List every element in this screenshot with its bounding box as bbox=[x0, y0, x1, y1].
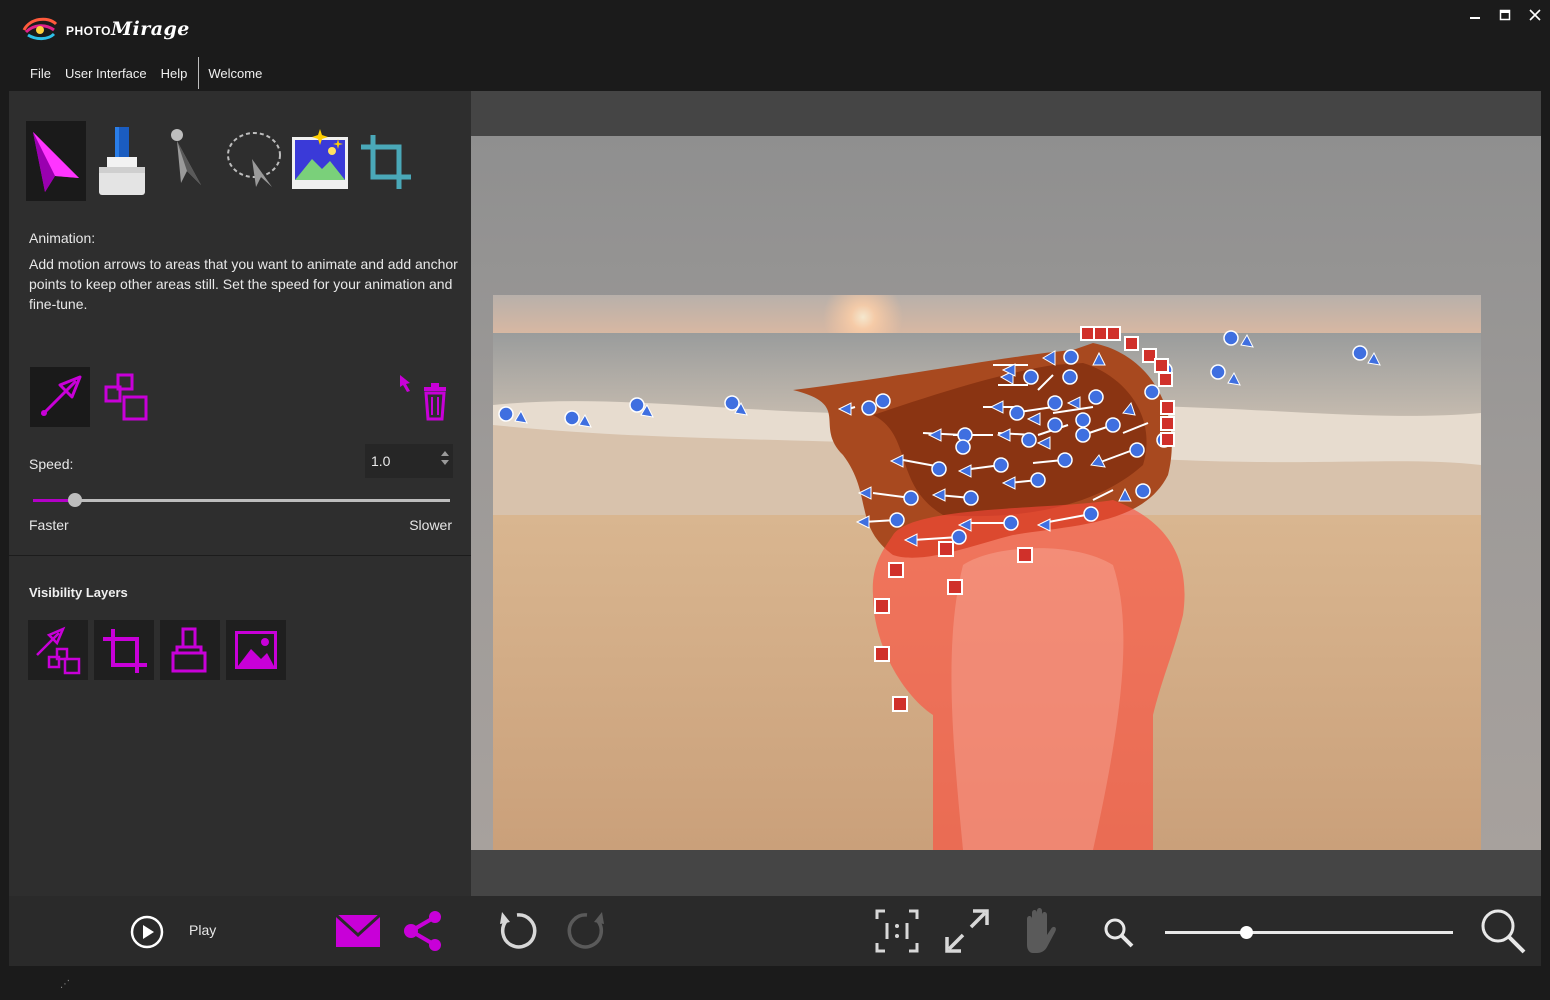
zoom-in-magnifier-icon bbox=[1481, 909, 1526, 954]
maximize-icon bbox=[1499, 9, 1511, 21]
minimize-button[interactable] bbox=[1460, 4, 1490, 26]
panel-divider bbox=[9, 555, 471, 556]
email-icon bbox=[334, 913, 382, 947]
speed-slider[interactable] bbox=[33, 492, 450, 508]
actual-size-button[interactable] bbox=[871, 908, 923, 954]
close-icon bbox=[1529, 9, 1541, 21]
menu-help[interactable]: Help bbox=[154, 66, 195, 81]
pin-select-icon bbox=[171, 129, 201, 185]
animation-heading: Animation: bbox=[29, 230, 96, 246]
image-layer-icon bbox=[235, 631, 277, 669]
animate-tool-button[interactable] bbox=[26, 121, 86, 201]
photo-svg bbox=[493, 295, 1481, 850]
animate-arrow-icon bbox=[33, 132, 79, 192]
crop-icon bbox=[361, 135, 411, 189]
speed-input[interactable]: 1.0 bbox=[365, 444, 453, 478]
hand-icon bbox=[1027, 908, 1056, 953]
delete-points-button[interactable] bbox=[397, 371, 453, 425]
anchor-points-icon bbox=[104, 373, 148, 421]
play-button[interactable] bbox=[127, 912, 167, 952]
undo-button[interactable] bbox=[493, 908, 541, 954]
welcome-tab[interactable]: Welcome bbox=[200, 66, 270, 81]
spinner-up-icon[interactable] bbox=[441, 451, 449, 456]
select-tool-button[interactable] bbox=[158, 121, 218, 201]
crop-tool-button[interactable] bbox=[356, 121, 416, 201]
motion-arrow-icon bbox=[40, 375, 82, 417]
speed-slower-label: Slower bbox=[409, 517, 452, 533]
zoom-in-button[interactable] bbox=[1475, 906, 1531, 956]
actual-size-icon bbox=[875, 909, 919, 953]
status-bar: ⋰ bbox=[0, 966, 1550, 1000]
minimize-icon bbox=[1470, 17, 1480, 19]
app-title: PHOTOMirage bbox=[66, 18, 190, 40]
share-button[interactable] bbox=[399, 908, 447, 954]
mask-layer-toggle[interactable] bbox=[160, 620, 220, 680]
expand-icon bbox=[945, 909, 989, 953]
zoom-out-button[interactable] bbox=[1099, 914, 1139, 952]
speed-slider-handle[interactable] bbox=[67, 493, 82, 507]
resize-grip-icon[interactable]: ⋰ bbox=[60, 979, 70, 990]
speed-spinner bbox=[441, 451, 449, 465]
delete-trash-icon bbox=[400, 375, 446, 421]
arrows-anchors-layer-icon bbox=[36, 626, 81, 675]
app-logo: PHOTOMirage bbox=[20, 14, 190, 44]
share-icon bbox=[404, 911, 441, 951]
speed-faster-label: Faster bbox=[29, 517, 69, 533]
tools-panel: Animation: Add motion arrows to areas th… bbox=[9, 91, 471, 896]
menu-user-interface[interactable]: User Interface bbox=[58, 66, 154, 81]
speed-label: Speed: bbox=[29, 456, 74, 472]
redo-icon bbox=[567, 912, 604, 949]
email-button[interactable] bbox=[331, 908, 385, 954]
redo-button[interactable] bbox=[563, 908, 611, 954]
zoom-slider[interactable] bbox=[1165, 924, 1453, 940]
crop-layer-toggle[interactable] bbox=[94, 620, 154, 680]
speed-value: 1.0 bbox=[371, 453, 391, 469]
close-button[interactable] bbox=[1520, 4, 1550, 26]
undo-icon bbox=[500, 912, 537, 949]
mask-marker-icon bbox=[99, 127, 145, 195]
spinner-down-icon[interactable] bbox=[441, 460, 449, 465]
speed-slider-track bbox=[33, 499, 450, 502]
animation-description: Add motion arrows to areas that you want… bbox=[29, 256, 458, 312]
image-layer-toggle[interactable] bbox=[226, 620, 286, 680]
animation-sub-tools bbox=[30, 367, 158, 427]
zoom-out-magnifier-icon bbox=[1104, 918, 1134, 948]
visibility-layers-heading: Visibility Layers bbox=[29, 585, 128, 600]
motion-arrow-tool-button[interactable] bbox=[30, 367, 90, 427]
visibility-layers bbox=[28, 620, 286, 680]
canvas-frame bbox=[471, 136, 1541, 850]
maximize-button[interactable] bbox=[1490, 4, 1520, 26]
menu-separator bbox=[198, 57, 200, 89]
main-toolbar bbox=[26, 121, 422, 201]
play-label[interactable]: Play bbox=[189, 922, 216, 938]
pan-tool-button[interactable] bbox=[1013, 906, 1065, 956]
lasso-select-icon bbox=[227, 132, 281, 187]
play-icon bbox=[130, 915, 164, 949]
canvas-area bbox=[471, 91, 1541, 896]
arrows-layer-toggle[interactable] bbox=[28, 620, 88, 680]
title-bar: PHOTOMirage bbox=[0, 0, 1550, 56]
zoom-slider-handle[interactable] bbox=[1239, 926, 1253, 939]
menu-file[interactable]: File bbox=[0, 66, 58, 81]
mask-layer-icon bbox=[171, 627, 207, 673]
lasso-tool-button[interactable] bbox=[224, 121, 284, 201]
zoom-slider-track bbox=[1165, 931, 1453, 934]
overlay-tool-button[interactable] bbox=[290, 121, 350, 201]
window-controls bbox=[1460, 4, 1550, 26]
menu-bar: File User Interface Help Welcome bbox=[0, 56, 270, 90]
photomirage-logo-icon bbox=[22, 17, 58, 41]
crop-layer-icon bbox=[103, 629, 147, 673]
sky-overlay-icon bbox=[292, 129, 348, 189]
anchor-point-tool-button[interactable] bbox=[98, 367, 158, 427]
bottom-toolbar: Play bbox=[9, 896, 1541, 966]
beach-photo-canvas[interactable] bbox=[493, 295, 1481, 850]
mask-tool-button[interactable] bbox=[92, 121, 152, 201]
fit-to-screen-button[interactable] bbox=[941, 906, 993, 956]
